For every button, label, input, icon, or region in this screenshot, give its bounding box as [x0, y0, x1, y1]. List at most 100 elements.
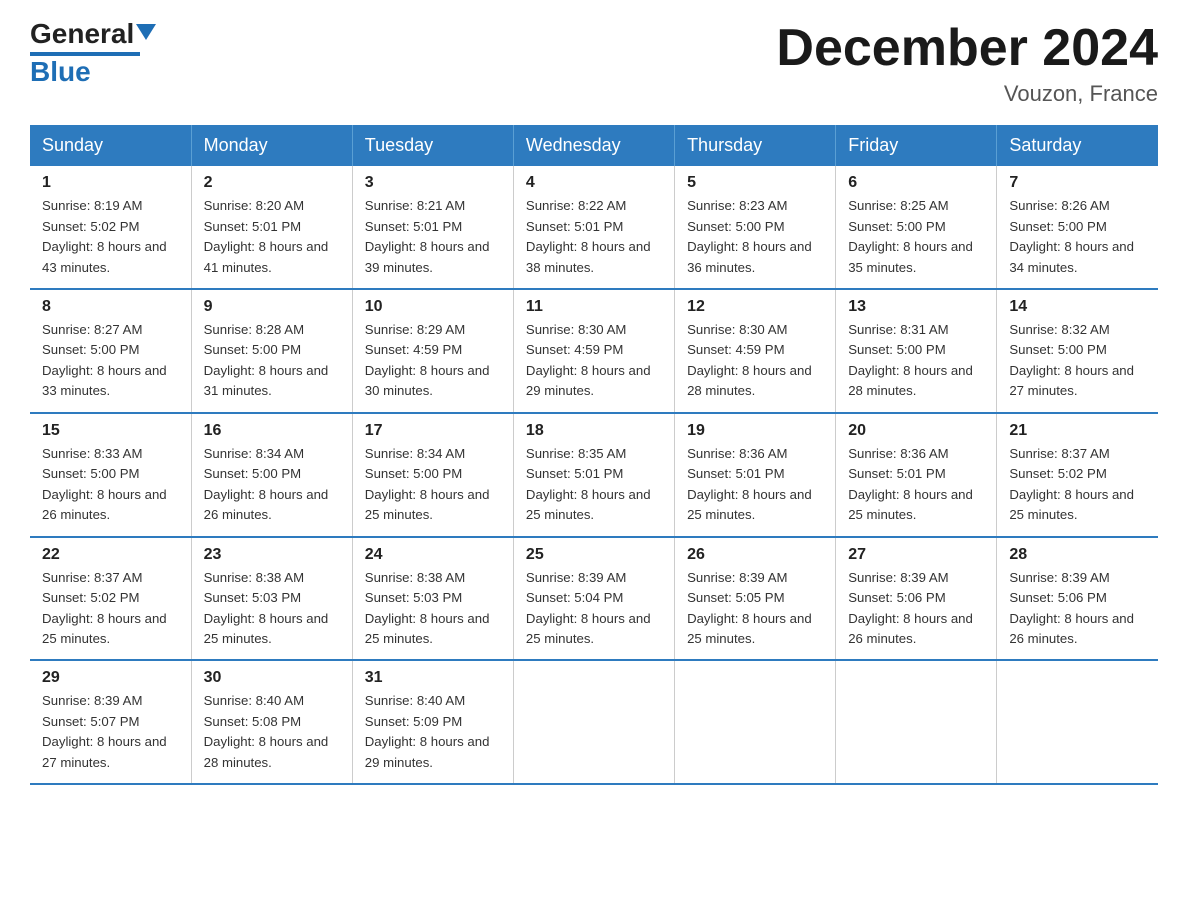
day-info: Sunrise: 8:21 AM Sunset: 5:01 PM Dayligh…	[365, 196, 503, 278]
day-info: Sunrise: 8:27 AM Sunset: 5:00 PM Dayligh…	[42, 320, 181, 402]
day-number: 1	[42, 174, 181, 192]
day-number: 3	[365, 174, 503, 192]
day-info: Sunrise: 8:36 AM Sunset: 5:01 PM Dayligh…	[687, 444, 825, 526]
day-info: Sunrise: 8:39 AM Sunset: 5:04 PM Dayligh…	[526, 568, 664, 650]
day-number: 16	[204, 422, 342, 440]
day-number: 11	[526, 298, 664, 316]
day-cell: 3 Sunrise: 8:21 AM Sunset: 5:01 PM Dayli…	[352, 166, 513, 289]
logo-general: General	[30, 18, 134, 49]
day-info: Sunrise: 8:38 AM Sunset: 5:03 PM Dayligh…	[365, 568, 503, 650]
day-number: 9	[204, 298, 342, 316]
day-cell: 10 Sunrise: 8:29 AM Sunset: 4:59 PM Dayl…	[352, 289, 513, 413]
day-number: 12	[687, 298, 825, 316]
day-cell: 31 Sunrise: 8:40 AM Sunset: 5:09 PM Dayl…	[352, 660, 513, 784]
day-cell	[997, 660, 1158, 784]
day-cell	[836, 660, 997, 784]
day-cell: 11 Sunrise: 8:30 AM Sunset: 4:59 PM Dayl…	[513, 289, 674, 413]
calendar-table: SundayMondayTuesdayWednesdayThursdayFrid…	[30, 125, 1158, 785]
header-day-saturday: Saturday	[997, 125, 1158, 166]
day-cell: 27 Sunrise: 8:39 AM Sunset: 5:06 PM Dayl…	[836, 537, 997, 661]
day-info: Sunrise: 8:33 AM Sunset: 5:00 PM Dayligh…	[42, 444, 181, 526]
day-number: 8	[42, 298, 181, 316]
day-cell: 12 Sunrise: 8:30 AM Sunset: 4:59 PM Dayl…	[675, 289, 836, 413]
day-cell: 22 Sunrise: 8:37 AM Sunset: 5:02 PM Dayl…	[30, 537, 191, 661]
day-info: Sunrise: 8:34 AM Sunset: 5:00 PM Dayligh…	[204, 444, 342, 526]
day-info: Sunrise: 8:22 AM Sunset: 5:01 PM Dayligh…	[526, 196, 664, 278]
day-number: 17	[365, 422, 503, 440]
day-info: Sunrise: 8:25 AM Sunset: 5:00 PM Dayligh…	[848, 196, 986, 278]
day-cell: 16 Sunrise: 8:34 AM Sunset: 5:00 PM Dayl…	[191, 413, 352, 537]
day-cell: 25 Sunrise: 8:39 AM Sunset: 5:04 PM Dayl…	[513, 537, 674, 661]
day-info: Sunrise: 8:36 AM Sunset: 5:01 PM Dayligh…	[848, 444, 986, 526]
day-number: 2	[204, 174, 342, 192]
location: Vouzon, France	[776, 81, 1158, 107]
title-area: December 2024 Vouzon, France	[776, 20, 1158, 107]
day-number: 26	[687, 546, 825, 564]
day-number: 23	[204, 546, 342, 564]
day-number: 27	[848, 546, 986, 564]
day-info: Sunrise: 8:39 AM Sunset: 5:06 PM Dayligh…	[1009, 568, 1148, 650]
day-info: Sunrise: 8:32 AM Sunset: 5:00 PM Dayligh…	[1009, 320, 1148, 402]
day-number: 13	[848, 298, 986, 316]
day-cell: 29 Sunrise: 8:39 AM Sunset: 5:07 PM Dayl…	[30, 660, 191, 784]
day-number: 7	[1009, 174, 1148, 192]
day-info: Sunrise: 8:20 AM Sunset: 5:01 PM Dayligh…	[204, 196, 342, 278]
week-row-5: 29 Sunrise: 8:39 AM Sunset: 5:07 PM Dayl…	[30, 660, 1158, 784]
day-cell: 30 Sunrise: 8:40 AM Sunset: 5:08 PM Dayl…	[191, 660, 352, 784]
day-info: Sunrise: 8:23 AM Sunset: 5:00 PM Dayligh…	[687, 196, 825, 278]
day-cell: 8 Sunrise: 8:27 AM Sunset: 5:00 PM Dayli…	[30, 289, 191, 413]
day-number: 22	[42, 546, 181, 564]
header-day-monday: Monday	[191, 125, 352, 166]
day-cell: 7 Sunrise: 8:26 AM Sunset: 5:00 PM Dayli…	[997, 166, 1158, 289]
day-cell: 17 Sunrise: 8:34 AM Sunset: 5:00 PM Dayl…	[352, 413, 513, 537]
day-number: 30	[204, 669, 342, 687]
month-title: December 2024	[776, 20, 1158, 77]
day-info: Sunrise: 8:28 AM Sunset: 5:00 PM Dayligh…	[204, 320, 342, 402]
page-header: General Blue December 2024 Vouzon, Franc…	[30, 20, 1158, 107]
day-info: Sunrise: 8:19 AM Sunset: 5:02 PM Dayligh…	[42, 196, 181, 278]
day-cell: 5 Sunrise: 8:23 AM Sunset: 5:00 PM Dayli…	[675, 166, 836, 289]
day-cell: 18 Sunrise: 8:35 AM Sunset: 5:01 PM Dayl…	[513, 413, 674, 537]
day-info: Sunrise: 8:38 AM Sunset: 5:03 PM Dayligh…	[204, 568, 342, 650]
header-day-wednesday: Wednesday	[513, 125, 674, 166]
day-cell: 13 Sunrise: 8:31 AM Sunset: 5:00 PM Dayl…	[836, 289, 997, 413]
day-cell: 26 Sunrise: 8:39 AM Sunset: 5:05 PM Dayl…	[675, 537, 836, 661]
day-number: 4	[526, 174, 664, 192]
day-cell: 20 Sunrise: 8:36 AM Sunset: 5:01 PM Dayl…	[836, 413, 997, 537]
day-number: 15	[42, 422, 181, 440]
day-number: 31	[365, 669, 503, 687]
day-cell: 24 Sunrise: 8:38 AM Sunset: 5:03 PM Dayl…	[352, 537, 513, 661]
day-number: 14	[1009, 298, 1148, 316]
day-number: 5	[687, 174, 825, 192]
day-info: Sunrise: 8:26 AM Sunset: 5:00 PM Dayligh…	[1009, 196, 1148, 278]
day-info: Sunrise: 8:39 AM Sunset: 5:05 PM Dayligh…	[687, 568, 825, 650]
day-info: Sunrise: 8:30 AM Sunset: 4:59 PM Dayligh…	[526, 320, 664, 402]
day-cell	[513, 660, 674, 784]
logo-text: General	[30, 20, 156, 48]
day-cell: 4 Sunrise: 8:22 AM Sunset: 5:01 PM Dayli…	[513, 166, 674, 289]
week-row-3: 15 Sunrise: 8:33 AM Sunset: 5:00 PM Dayl…	[30, 413, 1158, 537]
header-day-thursday: Thursday	[675, 125, 836, 166]
day-info: Sunrise: 8:37 AM Sunset: 5:02 PM Dayligh…	[42, 568, 181, 650]
day-cell: 2 Sunrise: 8:20 AM Sunset: 5:01 PM Dayli…	[191, 166, 352, 289]
day-info: Sunrise: 8:29 AM Sunset: 4:59 PM Dayligh…	[365, 320, 503, 402]
day-info: Sunrise: 8:31 AM Sunset: 5:00 PM Dayligh…	[848, 320, 986, 402]
day-info: Sunrise: 8:34 AM Sunset: 5:00 PM Dayligh…	[365, 444, 503, 526]
day-cell: 1 Sunrise: 8:19 AM Sunset: 5:02 PM Dayli…	[30, 166, 191, 289]
day-info: Sunrise: 8:40 AM Sunset: 5:09 PM Dayligh…	[365, 691, 503, 773]
day-info: Sunrise: 8:37 AM Sunset: 5:02 PM Dayligh…	[1009, 444, 1148, 526]
day-number: 24	[365, 546, 503, 564]
day-number: 20	[848, 422, 986, 440]
header-day-friday: Friday	[836, 125, 997, 166]
logo: General Blue	[30, 20, 156, 88]
day-number: 25	[526, 546, 664, 564]
day-number: 18	[526, 422, 664, 440]
day-number: 29	[42, 669, 181, 687]
day-info: Sunrise: 8:35 AM Sunset: 5:01 PM Dayligh…	[526, 444, 664, 526]
day-cell: 9 Sunrise: 8:28 AM Sunset: 5:00 PM Dayli…	[191, 289, 352, 413]
day-number: 21	[1009, 422, 1148, 440]
header-day-tuesday: Tuesday	[352, 125, 513, 166]
day-cell: 15 Sunrise: 8:33 AM Sunset: 5:00 PM Dayl…	[30, 413, 191, 537]
week-row-1: 1 Sunrise: 8:19 AM Sunset: 5:02 PM Dayli…	[30, 166, 1158, 289]
logo-blue-text: Blue	[30, 56, 91, 87]
